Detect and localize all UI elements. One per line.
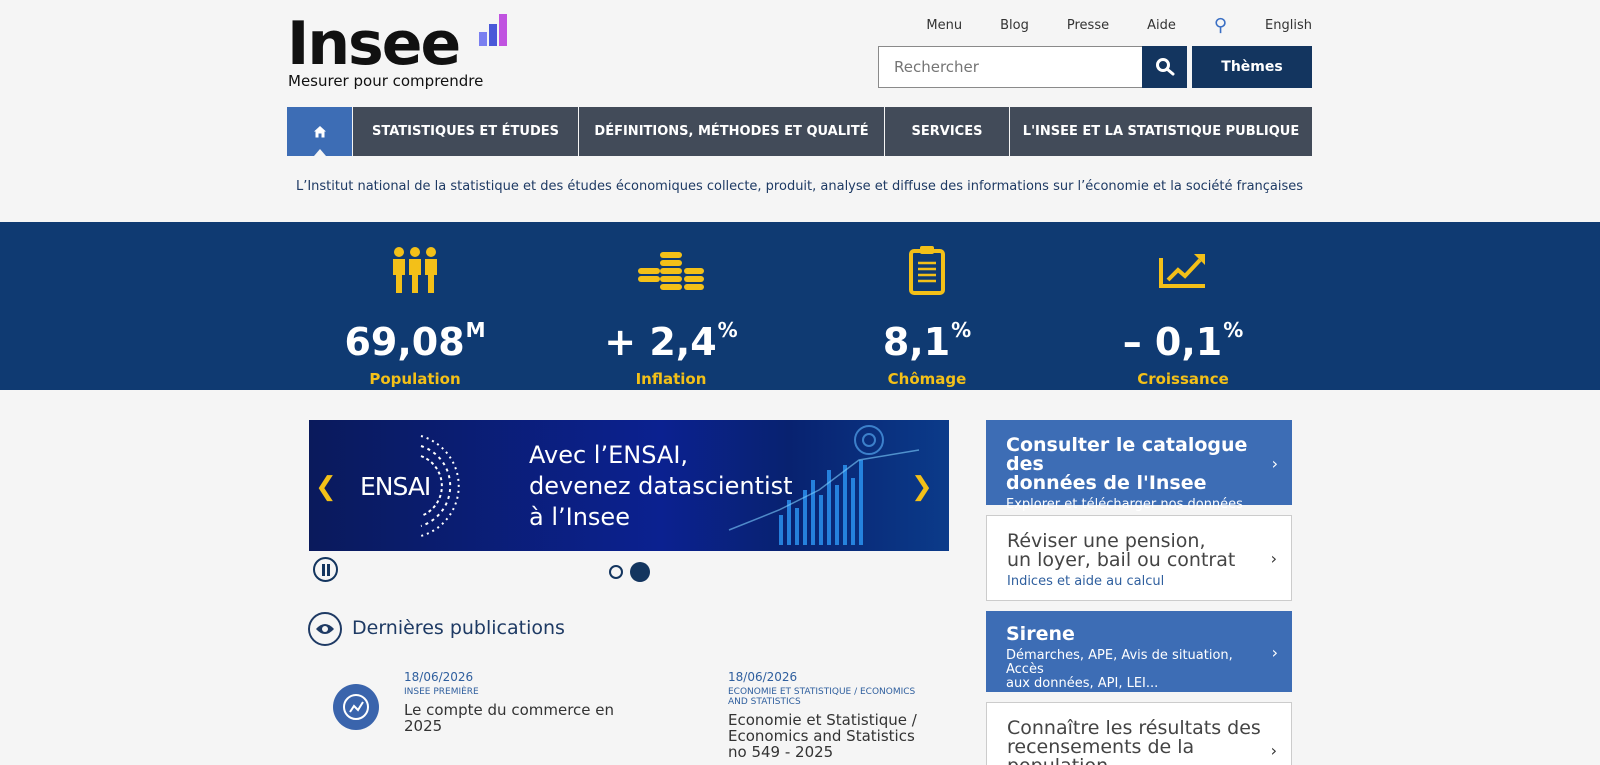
pause-icon [321,563,330,576]
active-indicator [313,149,326,156]
logo-bars-icon [479,14,507,46]
search-input[interactable] [878,46,1143,88]
publication-category: ECONOMIE ET STATISTIQUE / ECONOMICS AND … [728,687,916,707]
search-button[interactable] [1142,46,1187,88]
nav-services[interactable]: SERVICES [884,107,1009,156]
accessibility-ear-icon[interactable]: ⚲ [1214,15,1227,36]
nav-statistiques[interactable]: STATISTIQUES ET ÉTUDES [352,107,578,156]
chevron-right-icon: › [1270,741,1277,760]
top-links: Menu Blog Presse Aide ⚲ English [888,15,1312,36]
stat-label: Chômage [887,370,967,388]
clipboard-icon [909,246,945,295]
home-icon [313,125,326,137]
stat-inflation[interactable]: + 2,4% Inflation [543,222,799,388]
carousel-dot-1[interactable] [609,565,623,579]
growth-chart-icon [1159,254,1205,288]
stat-value: + 2,4% [604,318,738,364]
card-title: Connaître les résultats des recensements … [1007,717,1261,765]
stat-value: 69,08M [344,318,486,364]
insee-premiere-icon [333,684,379,730]
card-sirene[interactable]: Sirene Démarches, APE, Avis de situation… [986,611,1292,692]
card-subtitle: Explorer et télécharger nos données [1006,497,1243,512]
nav-insee[interactable]: L'INSEE ET LA STATISTIQUE PUBLIQUE [1009,107,1312,156]
stat-label: Population [369,370,461,388]
card-title: Consulter le catalogue des données de l'I… [1006,434,1248,494]
stat-label: Inflation [635,370,707,388]
chevron-right-icon: › [1271,642,1278,662]
logo-tagline: Mesurer pour comprendre [288,72,484,90]
institute-tagline: L’Institut national de la statistique et… [295,179,1304,194]
english-link[interactable]: English [1265,18,1312,33]
card-reviser[interactable]: Réviser une pension, un loyer, bail ou co… [986,515,1292,601]
stat-population[interactable]: 69,08M Population [287,222,543,388]
coins-icon [638,252,704,290]
stat-chomage[interactable]: 8,1% Chômage [799,222,1055,388]
publication-item[interactable]: 18/06/2026 INSEE PREMIÈRE Le compte du c… [404,670,634,734]
aide-link[interactable]: Aide [1147,18,1176,33]
themes-button[interactable]: Thèmes [1192,46,1312,88]
promo-carousel[interactable]: ❮ ❯ ENSAI Avec l’ENSAI, devenez datascie… [309,420,949,551]
presse-link[interactable]: Presse [1067,18,1109,33]
eye-icon [308,612,342,646]
card-title: Réviser une pension, un loyer, bail ou co… [1007,530,1236,571]
card-subtitle: Démarches, APE, Avis de situation, Accès… [1006,648,1233,691]
chevron-right-icon: › [1271,453,1278,473]
menu-link[interactable]: Menu [926,18,962,33]
stat-value: – 0,1% [1122,318,1244,364]
insee-logo[interactable]: Insee Mesurer pour comprendre [287,12,527,92]
publication-item[interactable]: 18/06/2026 ECONOMIE ET STATISTIQUE / ECO… [728,670,943,760]
main-nav: STATISTIQUES ET ÉTUDES DÉFINITIONS, MÉTH… [287,107,1312,156]
carousel-dot-2-active[interactable] [630,562,650,582]
carousel-prev-arrow-icon[interactable]: ❮ [315,472,337,502]
card-title: Sirene [1006,623,1075,645]
logo-word: Insee [287,9,461,79]
search-icon [1155,58,1174,76]
publication-category: INSEE PREMIÈRE [404,687,479,697]
pause-button[interactable] [313,557,338,582]
stat-label: Croissance [1137,370,1229,388]
card-subtitle: Indices et aide au calcul [1007,574,1165,589]
key-figures-band: 69,08M Population + 2,4% Inflation 8,1% … [0,222,1600,390]
publications-heading: Dernières publications [352,617,565,639]
carousel-text: Avec l’ENSAI, devenez datascientist à l’… [529,441,793,531]
publication-date: 18/06/2026 [728,670,798,684]
publication-title[interactable]: Economie et Statistique / Economics and … [728,712,943,760]
ensai-arc-icon [420,435,460,537]
card-recensements[interactable]: Connaître les résultats des recensements … [986,702,1292,765]
people-icon [393,247,437,293]
carousel-next-arrow-icon[interactable]: ❯ [911,472,933,502]
publication-date: 18/06/2026 [404,670,474,684]
nav-definitions[interactable]: DÉFINITIONS, MÉTHODES ET QUALITÉ [578,107,884,156]
home-button[interactable] [287,107,352,156]
chevron-right-icon: › [1270,549,1277,568]
blog-link[interactable]: Blog [1000,18,1029,33]
card-catalogue[interactable]: Consulter le catalogue des données de l'I… [986,420,1292,512]
publication-title[interactable]: Le compte du commerce en 2025 [404,702,634,734]
stat-value: 8,1% [882,318,972,364]
stat-croissance[interactable]: – 0,1% Croissance [1055,222,1311,388]
